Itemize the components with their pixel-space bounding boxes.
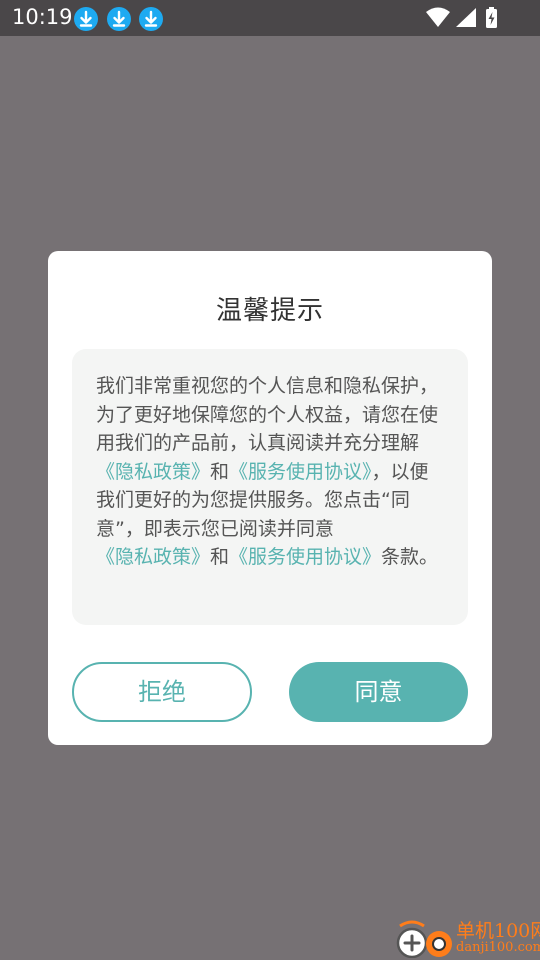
- body-text-and: 和: [210, 546, 230, 568]
- system-status-icons: [426, 7, 497, 28]
- privacy-policy-link[interactable]: 《隐私政策》: [96, 546, 210, 568]
- body-text-part1: 我们非常重视您的个人信息和隐私保护，为了更好地保障您的个人权益，请您在使用我们的…: [96, 375, 439, 454]
- download-icon: [107, 7, 131, 31]
- wifi-icon: [426, 7, 450, 27]
- battery-charging-icon: [486, 7, 497, 28]
- status-time: 10:19: [12, 5, 73, 29]
- watermark-brand: 单机100网: [456, 920, 540, 942]
- body-text-and: 和: [210, 460, 230, 483]
- service-agreement-link[interactable]: 《服务使用协议》: [229, 461, 372, 483]
- body-text-part3: 条款。: [381, 546, 439, 568]
- status-bar: 10:19: [0, 0, 540, 36]
- site-watermark: 单机100网 danji100.com: [390, 914, 540, 960]
- service-agreement-link[interactable]: 《服务使用协议》: [229, 546, 381, 568]
- download-icon: [139, 7, 163, 31]
- reject-button[interactable]: 拒绝: [72, 662, 252, 722]
- dialog-title: 温馨提示: [215, 296, 324, 326]
- watermark-url: danji100.com: [456, 940, 540, 955]
- signal-icon: [456, 8, 476, 27]
- agree-button[interactable]: 同意: [289, 662, 468, 722]
- privacy-policy-link[interactable]: 《隐私政策》: [96, 461, 210, 483]
- watermark-logo-icon: [396, 920, 452, 958]
- download-icon: [74, 7, 98, 31]
- dialog-body-text: 我们非常重视您的个人信息和隐私保护，为了更好地保障您的个人权益，请您在使用我们的…: [96, 372, 444, 572]
- screen: 10:19 温馨提示 我们非常重视您的个人信息和隐私保护，为了更好地保障您的个人…: [0, 0, 540, 960]
